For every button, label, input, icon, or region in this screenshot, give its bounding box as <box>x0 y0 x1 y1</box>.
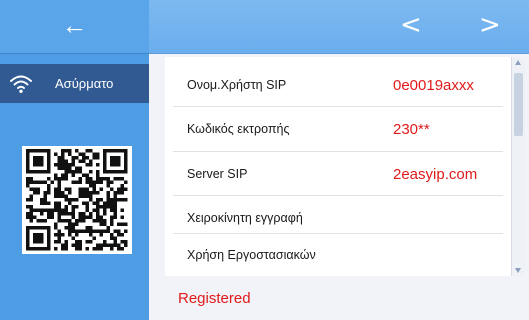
setting-label: Κωδικός εκτροπής <box>187 122 290 136</box>
setting-value: 230** <box>393 120 430 138</box>
setting-label: Χειροκίνητη εγγραφή <box>187 211 303 225</box>
setting-label: Ονομ.Χρήστη SIP <box>187 78 287 92</box>
setting-label: Χρήση Εργοστασιακών <box>187 248 316 262</box>
setting-value: 0e0019axxx <box>393 76 474 94</box>
sidebar-item-label: Ασύρματο <box>55 76 114 91</box>
back-arrow-icon[interactable]: ← <box>62 12 88 38</box>
wifi-icon <box>10 74 32 94</box>
back-bar: ← <box>0 0 149 54</box>
registration-status: Registered <box>178 290 251 307</box>
setting-value: 2easyip.com <box>393 165 478 183</box>
qr-code-icon <box>22 146 132 254</box>
setting-row-sip-server[interactable]: Server SIP 2easyip.com <box>165 152 511 196</box>
scroll-down-icon[interactable] <box>515 268 521 273</box>
chevron-left-icon[interactable]: < <box>400 12 422 38</box>
setting-row-sip-username[interactable]: Ονομ.Χρήστη SIP 0e0019axxx <box>165 63 511 107</box>
setting-row-factory-defaults[interactable]: Χρήση Εργοστασιακών <box>165 233 511 277</box>
sidebar-item-wireless[interactable]: Ασύρματο <box>0 64 149 103</box>
sip-settings-list: Ονομ.Χρήστη SIP 0e0019axxx Κωδικός εκτρο… <box>165 57 511 276</box>
chevron-right-icon[interactable]: > <box>479 12 501 38</box>
scroll-thumb[interactable] <box>514 73 523 136</box>
setting-label: Server SIP <box>187 167 248 181</box>
sidebar: ← Ασύρματο <box>0 0 149 320</box>
top-bar: < > <box>149 0 529 54</box>
setting-row-forward-code[interactable]: Κωδικός εκτροπής 230** <box>165 107 511 151</box>
scroll-up-icon[interactable] <box>515 60 521 65</box>
scrollbar[interactable] <box>511 57 525 276</box>
